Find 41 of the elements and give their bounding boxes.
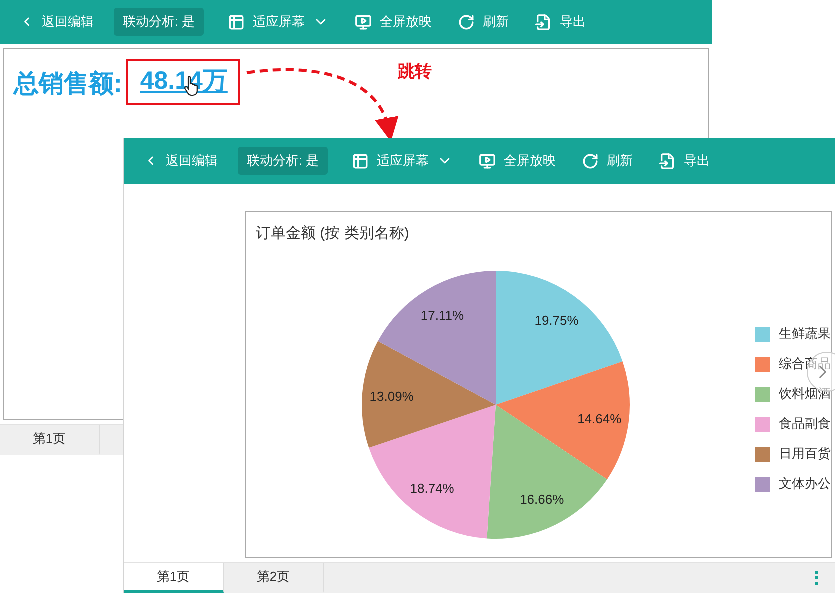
slice-label: 16.66% — [520, 492, 564, 507]
toolbar-button[interactable]: 导出 — [653, 147, 716, 175]
toolbar-button[interactable]: 返回编辑 — [138, 147, 224, 175]
refresh-icon — [582, 152, 600, 170]
table-icon — [352, 152, 370, 170]
toolbar-button[interactable]: 刷新 — [452, 8, 516, 36]
monitor-play-icon — [479, 152, 496, 170]
more-icon[interactable] — [815, 570, 819, 586]
metric-label: 总销售额: — [14, 68, 122, 100]
slice-label: 14.64% — [578, 412, 622, 427]
linkage-toggle-button[interactable]: 联动分析: 是 — [114, 8, 204, 36]
annotation-text: 跳转 — [398, 61, 432, 83]
toolbar-button[interactable]: 适应屏幕 — [222, 8, 336, 36]
legend-item[interactable]: 综合商品 — [755, 355, 831, 373]
legend-item[interactable]: 日用百货 — [755, 445, 831, 463]
refresh-icon — [458, 14, 476, 30]
toolbar-button[interactable]: 适应屏幕 — [346, 147, 460, 175]
legend-item[interactable]: 食品副食 — [755, 415, 831, 433]
slice-label: 13.09% — [370, 389, 414, 404]
legend-label: 文体办公 — [779, 475, 831, 493]
chart-title: 订单金额 (按 类别名称) — [255, 224, 410, 243]
slice-label: 18.74% — [410, 480, 454, 496]
slice-label: 17.11% — [420, 308, 464, 324]
toolbar-button[interactable]: 全屏放映 — [349, 8, 438, 36]
file-icon — [535, 14, 552, 30]
toolbar-button[interactable]: 刷新 — [576, 147, 640, 175]
legend-item[interactable]: 生鲜蔬果 — [755, 325, 831, 343]
monitor-play-icon — [355, 14, 372, 30]
file-icon — [659, 152, 676, 170]
toolbar-button[interactable]: 返回编辑 — [14, 8, 100, 36]
legend-label: 食品副食 — [779, 415, 831, 433]
legend-item[interactable]: 文体办公 — [755, 475, 831, 493]
toolbar-button[interactable]: 导出 — [529, 8, 592, 36]
linkage-toggle-button[interactable]: 联动分析: 是 — [238, 147, 328, 175]
legend-label: 日用百货 — [779, 445, 831, 463]
legend-label: 综合商品 — [779, 355, 831, 373]
page-tab[interactable]: 第1页 — [124, 563, 224, 593]
legend-label: 生鲜蔬果 — [779, 325, 831, 343]
toolbar-button[interactable]: 全屏放映 — [473, 147, 562, 175]
table-icon — [228, 14, 246, 30]
slice-label: 19.75% — [534, 312, 579, 328]
